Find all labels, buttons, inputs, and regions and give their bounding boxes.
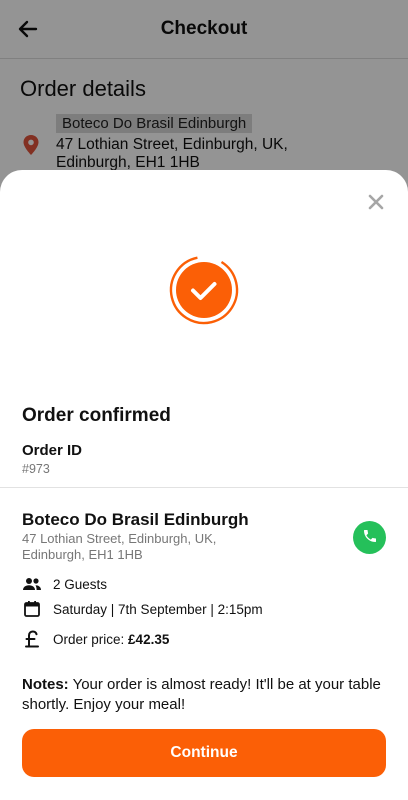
phone-icon bbox=[362, 528, 378, 547]
order-id-value: #973 bbox=[22, 462, 50, 476]
calendar-icon bbox=[22, 599, 42, 619]
price-row: Order price: £42.35 bbox=[22, 629, 169, 649]
order-notes: Notes: Your order is almost ready! It'll… bbox=[22, 675, 390, 715]
order-confirmed-title: Order confirmed bbox=[22, 405, 171, 426]
close-icon[interactable] bbox=[366, 192, 386, 212]
notes-label: Notes: bbox=[22, 676, 69, 693]
check-circle-icon bbox=[167, 253, 241, 327]
notes-text: Your order is almost ready! It'll be at … bbox=[22, 676, 381, 713]
guests-row: 2 Guests bbox=[22, 574, 107, 594]
date-text: Saturday | 7th September | 2:15pm bbox=[53, 601, 263, 617]
guests-icon bbox=[22, 574, 42, 594]
order-confirmed-sheet: Order confirmed Order ID #973 Boteco Do … bbox=[0, 170, 408, 800]
date-row: Saturday | 7th September | 2:15pm bbox=[22, 599, 263, 619]
guests-text: 2 Guests bbox=[53, 576, 108, 592]
restaurant-address: 47 Lothian Street, Edinburgh, UK, Edinbu… bbox=[22, 531, 217, 562]
section-divider bbox=[0, 487, 408, 488]
call-button[interactable] bbox=[353, 521, 386, 554]
price-text: Order price: £42.35 bbox=[53, 632, 169, 647]
restaurant-name: Boteco Do Brasil Edinburgh bbox=[22, 510, 249, 529]
price-label: Order price: bbox=[53, 631, 125, 647]
pound-icon bbox=[22, 629, 42, 649]
order-id-label: Order ID bbox=[22, 442, 83, 459]
price-value: £42.35 bbox=[128, 631, 170, 647]
continue-button[interactable]: Continue bbox=[22, 729, 386, 777]
